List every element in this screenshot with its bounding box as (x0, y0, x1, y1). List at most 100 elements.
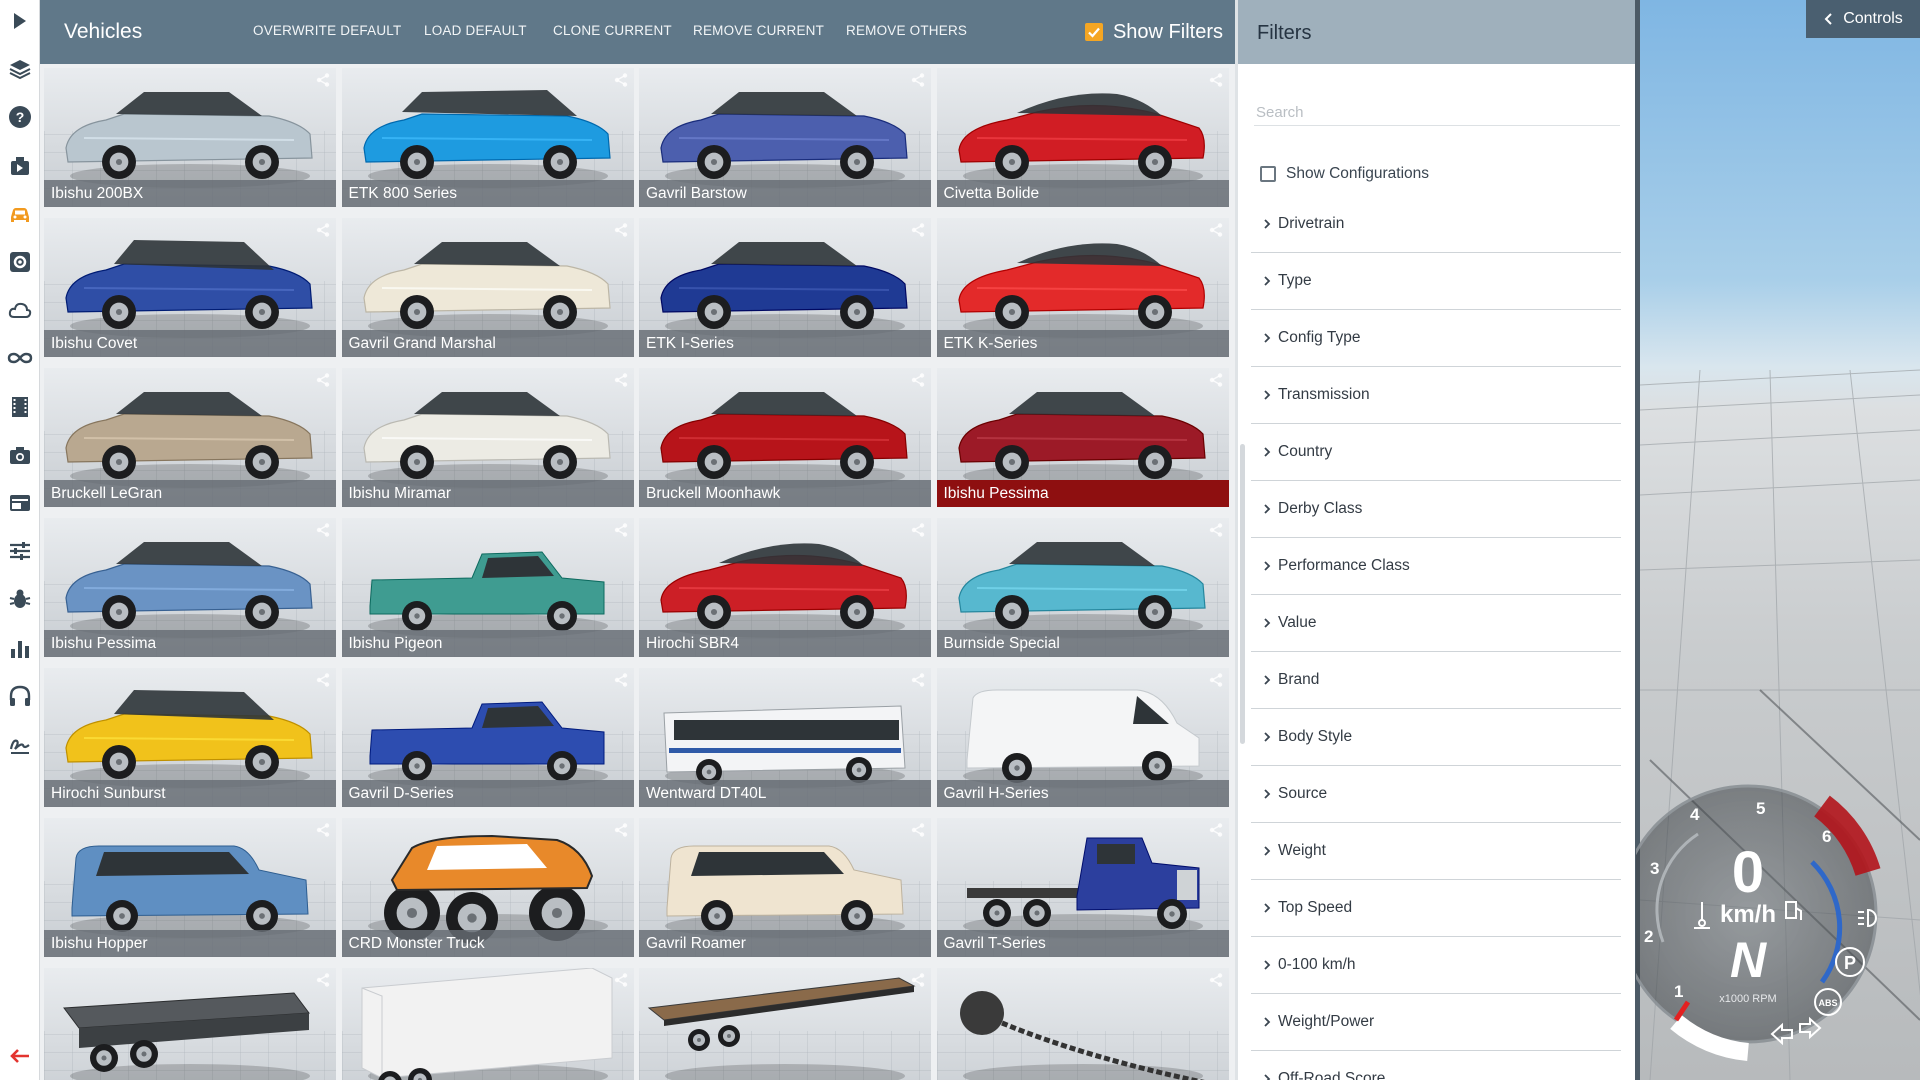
share-icon[interactable] (315, 822, 331, 838)
share-icon[interactable] (910, 672, 926, 688)
filter-row-derby-class[interactable]: Derby Class (1251, 481, 1621, 538)
share-icon[interactable] (910, 822, 926, 838)
vehicle-tile[interactable] (936, 968, 1229, 1080)
share-icon[interactable] (613, 522, 629, 538)
clone-current-button[interactable]: CLONE CURRENT (553, 23, 672, 38)
share-icon[interactable] (910, 972, 926, 988)
vehicle-tile[interactable]: Bruckell Moonhawk (639, 368, 931, 507)
filter-row-country[interactable]: Country (1251, 424, 1621, 481)
filter-row-body-style[interactable]: Body Style (1251, 709, 1621, 766)
vehicle-tile[interactable]: Gavril H-Series (936, 668, 1229, 807)
filter-search-input[interactable] (1254, 100, 1620, 126)
filter-row-off-road-score[interactable]: Off-Road Score (1251, 1051, 1621, 1080)
vehicle-tile[interactable]: CRD Monster Truck (341, 818, 634, 957)
vehicle-tile[interactable]: Bruckell LeGran (44, 368, 336, 507)
remove-current-button[interactable]: REMOVE CURRENT (693, 23, 824, 38)
share-icon[interactable] (1208, 372, 1224, 388)
vehicle-tile[interactable]: Gavril T-Series (936, 818, 1229, 957)
toolbar-environment-button[interactable] (4, 294, 36, 326)
remove-others-button[interactable]: REMOVE OTHERS (846, 23, 967, 38)
vehicle-tile[interactable]: Ibishu Miramar (341, 368, 634, 507)
vehicle-tile[interactable]: Ibishu Pessima (936, 368, 1229, 507)
vehicle-tile[interactable]: Gavril Grand Marshal (341, 218, 634, 357)
vehicle-tile[interactable]: Ibishu Covet (44, 218, 336, 357)
vehicle-tile[interactable]: Hirochi Sunburst (44, 668, 336, 807)
toolbar-play-button[interactable] (4, 5, 36, 37)
filter-row-config-type[interactable]: Config Type (1251, 310, 1621, 367)
filter-row-type[interactable]: Type (1251, 253, 1621, 310)
vehicle-tile[interactable]: Ibishu Pessima (44, 518, 336, 657)
load-default-button[interactable]: LOAD DEFAULT (424, 23, 527, 38)
share-icon[interactable] (910, 72, 926, 88)
toolbar-layout-button[interactable] (4, 487, 36, 519)
toolbar-film-button[interactable] (4, 391, 36, 423)
controls-button[interactable]: Controls (1806, 0, 1920, 38)
share-icon[interactable] (613, 72, 629, 88)
filter-row-weight[interactable]: Weight (1251, 823, 1621, 880)
vehicle-tile[interactable]: Wentward DT40L (639, 668, 931, 807)
share-icon[interactable] (1208, 822, 1224, 838)
share-icon[interactable] (910, 522, 926, 538)
toolbar-infinity-button[interactable] (4, 342, 36, 374)
filter-row-top-speed[interactable]: Top Speed (1251, 880, 1621, 937)
share-icon[interactable] (1208, 972, 1224, 988)
vehicle-tile[interactable]: Civetta Bolide (936, 68, 1229, 207)
toolbar-vehicle-config-button[interactable] (4, 246, 36, 278)
vehicle-tile[interactable]: ETK K-Series (936, 218, 1229, 357)
toolbar-back-button[interactable] (4, 1040, 36, 1072)
vehicle-tile[interactable]: ETK 800 Series (341, 68, 634, 207)
vehicle-tile[interactable]: Ibishu Pigeon (341, 518, 634, 657)
share-icon[interactable] (1208, 72, 1224, 88)
show-filters-toggle[interactable]: Show Filters (1084, 18, 1223, 46)
toolbar-bug-button[interactable] (4, 583, 36, 615)
vehicle-tile[interactable] (639, 968, 931, 1080)
share-icon[interactable] (1208, 222, 1224, 238)
vehicle-tile[interactable]: Ibishu 200BX (44, 68, 336, 207)
filter-row-value[interactable]: Value (1251, 595, 1621, 652)
show-configurations-toggle[interactable]: Show Configurations (1260, 165, 1429, 183)
share-icon[interactable] (613, 672, 629, 688)
filter-row-weight-power[interactable]: Weight/Power (1251, 994, 1621, 1051)
vehicle-tile[interactable]: Ibishu Hopper (44, 818, 336, 957)
share-icon[interactable] (315, 672, 331, 688)
share-icon[interactable] (315, 972, 331, 988)
filter-row-source[interactable]: Source (1251, 766, 1621, 823)
share-icon[interactable] (910, 372, 926, 388)
vehicle-tile[interactable]: Gavril D-Series (341, 668, 634, 807)
share-icon[interactable] (315, 222, 331, 238)
vehicle-tile[interactable] (341, 968, 634, 1080)
vehicle-tile[interactable]: ETK I-Series (639, 218, 931, 357)
share-icon[interactable] (315, 372, 331, 388)
share-icon[interactable] (613, 372, 629, 388)
share-icon[interactable] (613, 222, 629, 238)
share-icon[interactable] (315, 72, 331, 88)
filter-row-brand[interactable]: Brand (1251, 652, 1621, 709)
toolbar-signature-button[interactable] (4, 728, 36, 760)
toolbar-vehicle-button[interactable] (4, 198, 36, 230)
share-icon[interactable] (613, 972, 629, 988)
scrollbar-thumb[interactable] (1240, 444, 1245, 744)
share-icon[interactable] (910, 222, 926, 238)
filters-scrollbar[interactable] (1238, 64, 1247, 1080)
vehicle-tile[interactable] (44, 968, 336, 1080)
toolbar-tune-button[interactable] (4, 535, 36, 567)
toolbar-headset-button[interactable] (4, 680, 36, 712)
vehicle-tile[interactable]: Gavril Roamer (639, 818, 931, 957)
share-icon[interactable] (315, 522, 331, 538)
filter-row-0-100-km-h[interactable]: 0-100 km/h (1251, 937, 1621, 994)
share-icon[interactable] (1208, 522, 1224, 538)
toolbar-layers-button[interactable] (4, 53, 36, 85)
toolbar-scenario-button[interactable] (4, 150, 36, 182)
filter-row-transmission[interactable]: Transmission (1251, 367, 1621, 424)
toolbar-stats-button[interactable] (4, 632, 36, 664)
overwrite-default-button[interactable]: OVERWRITE DEFAULT (253, 23, 401, 38)
vehicle-tile[interactable]: Gavril Barstow (639, 68, 931, 207)
vehicle-tile[interactable]: Hirochi SBR4 (639, 518, 931, 657)
share-icon[interactable] (1208, 672, 1224, 688)
toolbar-help-button[interactable]: ? (4, 101, 36, 133)
show-filters-checkbox[interactable] (1084, 23, 1103, 41)
show-configurations-checkbox[interactable] (1260, 166, 1276, 182)
toolbar-camera-button[interactable] (4, 439, 36, 471)
filter-row-drivetrain[interactable]: Drivetrain (1251, 196, 1621, 253)
vehicle-tile[interactable]: Burnside Special (936, 518, 1229, 657)
